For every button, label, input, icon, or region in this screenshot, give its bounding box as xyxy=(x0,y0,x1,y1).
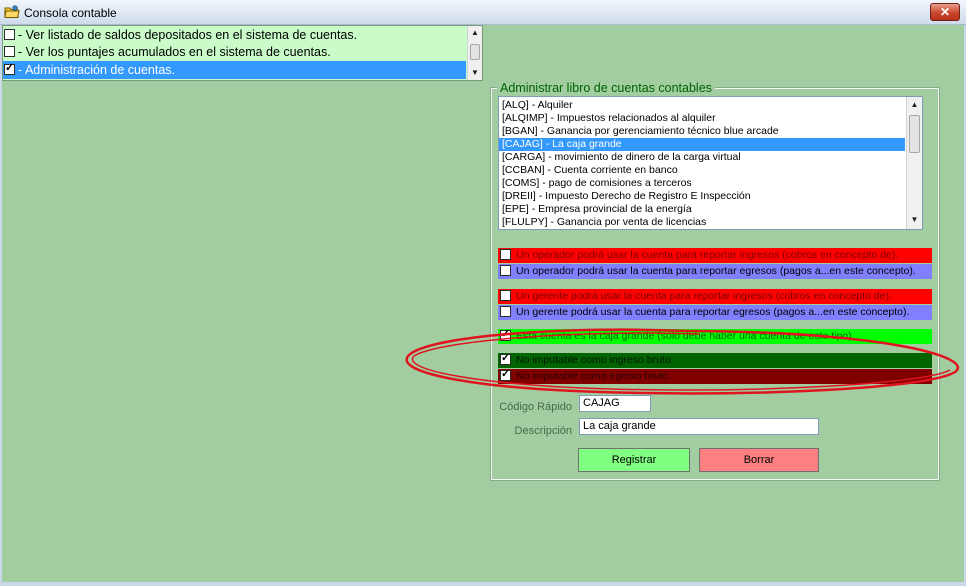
scroll-up-icon[interactable]: ▲ xyxy=(907,100,922,109)
folder-app-icon xyxy=(4,5,20,18)
option-label: Un gerente podrá usar la cuenta para rep… xyxy=(516,306,910,318)
scroll-down-icon[interactable]: ▼ xyxy=(468,68,482,77)
menu-item-label: - Ver listado de saldos depositados en e… xyxy=(18,28,358,42)
option-label: Un operador podrá usar la cuenta para re… xyxy=(516,265,916,277)
scroll-down-icon[interactable]: ▼ xyxy=(907,215,922,224)
menu-item-checkbox[interactable]: ✓ xyxy=(4,62,15,75)
menu-item-administracion[interactable]: ✓ - Administración de cuentas. xyxy=(3,61,466,79)
list-item[interactable]: [COMS] - pago de comisiones a terceros xyxy=(499,177,905,190)
scroll-thumb[interactable] xyxy=(909,115,920,153)
check-icon: ✓ xyxy=(501,369,511,380)
option-checkbox[interactable]: ✓ xyxy=(500,329,511,341)
window-border-left xyxy=(0,25,2,586)
check-icon: ✓ xyxy=(501,329,511,340)
borrar-button[interactable]: Borrar xyxy=(699,448,819,472)
list-item[interactable]: [ALQ] - Alquiler xyxy=(499,99,905,112)
close-button[interactable]: ✕ xyxy=(930,3,960,21)
menu-item-checkbox[interactable] xyxy=(4,29,15,40)
list-item[interactable]: [BGAN] - Ganancia por gerenciamiento téc… xyxy=(499,125,905,138)
check-icon: ✓ xyxy=(5,62,15,74)
list-item[interactable]: [CARGA] - movimiento de dinero de la car… xyxy=(499,151,905,164)
option-label: No imputable como egreso bruto. xyxy=(516,370,672,382)
option-checkbox[interactable] xyxy=(500,290,511,301)
option-checkbox[interactable]: ✓ xyxy=(500,369,511,381)
option-gerente-egresos[interactable]: Un gerente podrá usar la cuenta para rep… xyxy=(498,305,932,320)
option-checkbox[interactable] xyxy=(500,265,511,276)
scroll-up-icon[interactable]: ▲ xyxy=(468,28,482,37)
list-item[interactable]: [EPE] - Empresa provincial de la energía xyxy=(499,203,905,216)
option-no-egreso-bruto[interactable]: ✓ No imputable como egreso bruto. xyxy=(498,369,932,384)
close-icon: ✕ xyxy=(939,5,951,19)
option-no-ingreso-bruto[interactable]: ✓ No imputable como ingreso bruto. xyxy=(498,353,932,368)
list-item[interactable]: [ALQIMP] - Impuestos relacionados al alq… xyxy=(499,112,905,125)
group-title: Administrar libro de cuentas contables xyxy=(497,81,715,95)
account-list[interactable]: [ALQ] - Alquiler [ALQIMP] - Impuestos re… xyxy=(498,96,923,230)
option-operador-ingresos[interactable]: Un operador podrá usar la cuenta para re… xyxy=(498,248,932,263)
option-label: No imputable como ingreso bruto. xyxy=(516,354,674,366)
codigo-label: Código Rápido xyxy=(499,401,572,413)
window-border-bottom xyxy=(0,582,966,586)
list-item[interactable]: [CCBAN] - Cuenta corriente en banco xyxy=(499,164,905,177)
descripcion-input[interactable]: La caja grande xyxy=(579,418,819,435)
registrar-button[interactable]: Registrar xyxy=(578,448,690,472)
option-checkbox[interactable] xyxy=(500,249,511,260)
option-gerente-ingresos[interactable]: Un gerente podrá usar la cuenta para rep… xyxy=(498,289,932,304)
menu-item-label: - Administración de cuentas. xyxy=(18,63,176,77)
list-item[interactable]: [DREII] - Impuesto Derecho de Registro E… xyxy=(499,190,905,203)
list-item[interactable]: [CAJAG] - La caja grande xyxy=(499,138,905,151)
title-bar: Consola contable ✕ xyxy=(0,0,966,25)
menu-item-label: - Ver los puntajes acumulados en el sist… xyxy=(18,45,331,59)
menu-item-saldos[interactable]: - Ver listado de saldos depositados en e… xyxy=(3,26,466,44)
scroll-thumb[interactable] xyxy=(470,44,480,60)
list-item[interactable]: [FLULPY] - Ganancia por venta de licenci… xyxy=(499,216,905,229)
codigo-input[interactable]: CAJAG xyxy=(579,395,651,412)
window-title: Consola contable xyxy=(24,6,117,20)
option-checkbox[interactable]: ✓ xyxy=(500,353,511,365)
option-label: Un operador podrá usar la cuenta para re… xyxy=(516,249,899,261)
menu-scrollbar[interactable]: ▲ ▼ xyxy=(467,26,482,80)
function-menu-list[interactable]: - Ver listado de saldos depositados en e… xyxy=(2,25,483,81)
option-label: Un gerente podrá usar la cuenta para rep… xyxy=(516,290,892,302)
check-icon: ✓ xyxy=(501,353,511,364)
account-list-scrollbar[interactable]: ▲ ▼ xyxy=(906,97,922,229)
descripcion-label: Descripción xyxy=(514,425,572,437)
option-checkbox[interactable] xyxy=(500,306,511,317)
menu-item-puntajes[interactable]: - Ver los puntajes acumulados en el sist… xyxy=(3,43,466,61)
option-operador-egresos[interactable]: Un operador podrá usar la cuenta para re… xyxy=(498,264,932,279)
menu-item-checkbox[interactable] xyxy=(4,46,15,57)
option-label: Esta cuenta es la caja grande (solo debe… xyxy=(516,330,855,342)
option-caja-grande[interactable]: ✓ Esta cuenta es la caja grande (solo de… xyxy=(498,329,932,344)
